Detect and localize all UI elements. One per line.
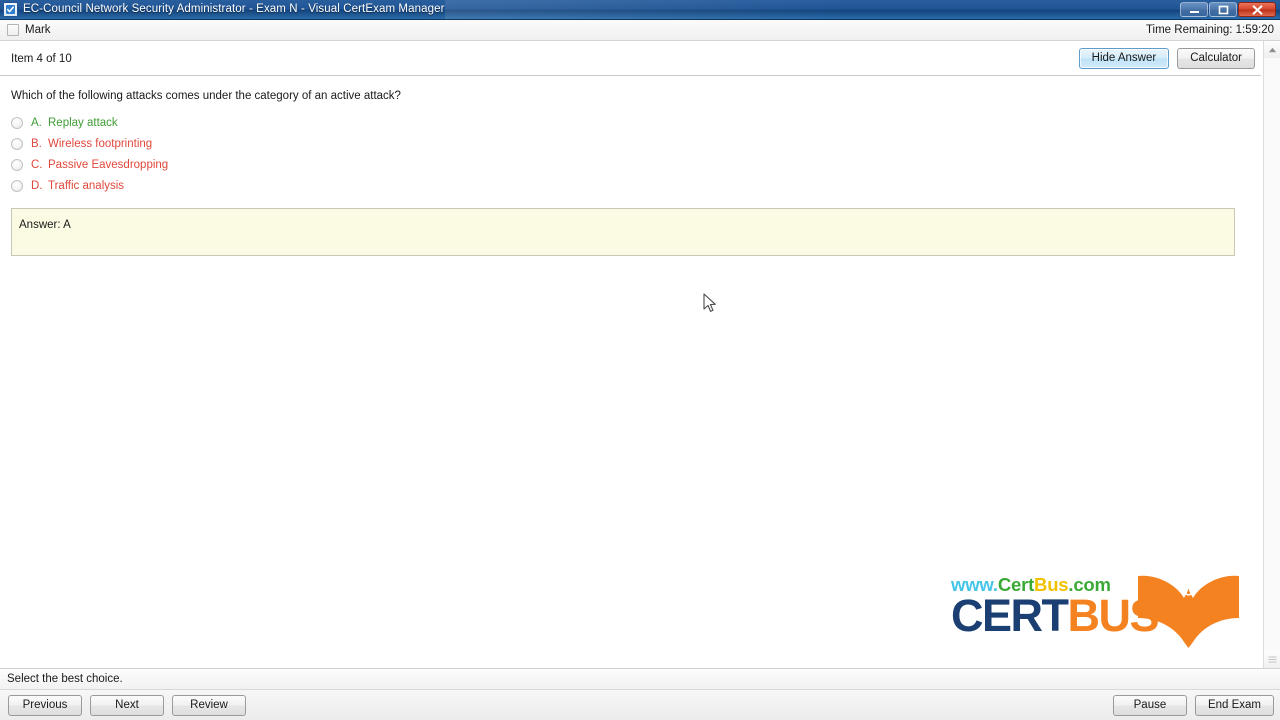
exam-application-window: EC-Council Network Security Administrato…	[0, 0, 1280, 720]
option-a-radio[interactable]	[11, 116, 23, 129]
option-b-text: Wireless footprinting	[48, 137, 153, 150]
footer-left-buttons: Previous Next Review	[8, 694, 246, 716]
option-b-letter: B.	[31, 137, 42, 150]
scroll-resize-grip[interactable]	[1264, 651, 1280, 668]
answer-panel: Answer: A	[11, 208, 1235, 256]
window-title: EC-Council Network Security Administrato…	[23, 3, 445, 15]
body-region: Item 4 of 10 Hide Answer Calculator Whic…	[0, 41, 1280, 668]
option-b[interactable]: B. Wireless footprinting	[11, 133, 1263, 154]
next-button[interactable]: Next	[90, 694, 164, 716]
footer-right-buttons: Pause End Exam	[1112, 694, 1274, 716]
scroll-track[interactable]	[1264, 58, 1280, 651]
certbus-watermark-logo: www.CertBus.com CERTBUS	[951, 570, 1241, 650]
option-d-text: Traffic analysis	[48, 179, 125, 192]
option-c-text: Passive Eavesdropping	[48, 158, 169, 171]
time-remaining-label: Time Remaining: 1:59:20	[1145, 24, 1274, 36]
checkbox-checked-icon	[3, 2, 18, 17]
item-counter: Item 4 of 10	[11, 52, 72, 65]
status-bar: Select the best choice.	[0, 668, 1280, 689]
status-bar-text: Select the best choice.	[7, 673, 123, 685]
arrow-cursor	[703, 293, 716, 312]
logo-url-com: .com	[1068, 574, 1111, 595]
header-button-group: Hide Answer Calculator	[1078, 48, 1255, 69]
logo-url-bus: Bus	[1034, 574, 1069, 595]
logo-url-www: www.	[951, 574, 998, 595]
option-c[interactable]: C. Passive Eavesdropping	[11, 154, 1263, 175]
scroll-up-button[interactable]	[1264, 41, 1280, 58]
mark-checkbox[interactable]	[7, 24, 19, 36]
logo-wordmark-bus: BUS	[1067, 590, 1160, 641]
maximize-button[interactable]	[1209, 2, 1237, 17]
answer-text: Answer: A	[19, 219, 71, 231]
option-d-radio[interactable]	[11, 179, 23, 192]
pause-button[interactable]: Pause	[1112, 694, 1187, 716]
open-book-icon	[1138, 575, 1239, 648]
mark-toolbar: Mark Time Remaining: 1:59:20	[0, 20, 1280, 41]
logo-url-line: www.CertBus.com	[951, 574, 1111, 596]
window-titlebar[interactable]: EC-Council Network Security Administrato…	[0, 0, 1280, 20]
previous-button[interactable]: Previous	[8, 694, 82, 716]
scrollbar-grip-icon	[1268, 656, 1276, 663]
option-d-letter: D.	[31, 179, 43, 192]
end-exam-button[interactable]: End Exam	[1194, 694, 1274, 716]
option-d[interactable]: D. Traffic analysis	[11, 175, 1263, 196]
question-text: Which of the following attacks comes und…	[11, 90, 401, 102]
logo-url-cert: Cert	[997, 574, 1035, 595]
calculator-button[interactable]: Calculator	[1177, 48, 1255, 69]
option-a-text: Replay attack	[48, 116, 118, 129]
option-c-radio[interactable]	[11, 158, 23, 171]
titlebar-filler	[444, 0, 1180, 19]
navigation-footer: Previous Next Review Pause End Exam	[0, 689, 1280, 720]
chevron-up-icon	[1268, 47, 1276, 52]
mark-label: Mark	[25, 24, 51, 36]
mark-question-group[interactable]: Mark	[7, 24, 51, 36]
option-c-letter: C.	[31, 158, 43, 171]
review-button[interactable]: Review	[172, 694, 246, 716]
question-content-area: Item 4 of 10 Hide Answer Calculator Whic…	[0, 41, 1263, 668]
logo-wordmark: CERTBUS	[951, 590, 1160, 641]
window-controls	[1180, 0, 1280, 19]
hide-answer-button[interactable]: Hide Answer	[1078, 48, 1170, 69]
titlebar-left-group: EC-Council Network Security Administrato…	[0, 0, 445, 19]
option-b-radio[interactable]	[11, 137, 23, 150]
close-button[interactable]	[1238, 2, 1276, 17]
minimize-button[interactable]	[1180, 2, 1208, 17]
answer-options-list: A. Replay attack B. Wireless footprintin…	[0, 103, 1263, 196]
content-vertical-scrollbar[interactable]	[1263, 41, 1280, 668]
option-a-letter: A.	[31, 116, 42, 129]
item-header-row: Item 4 of 10 Hide Answer Calculator	[0, 41, 1263, 75]
option-a[interactable]: A. Replay attack	[11, 112, 1263, 133]
logo-wordmark-cert: CERT	[951, 590, 1069, 641]
